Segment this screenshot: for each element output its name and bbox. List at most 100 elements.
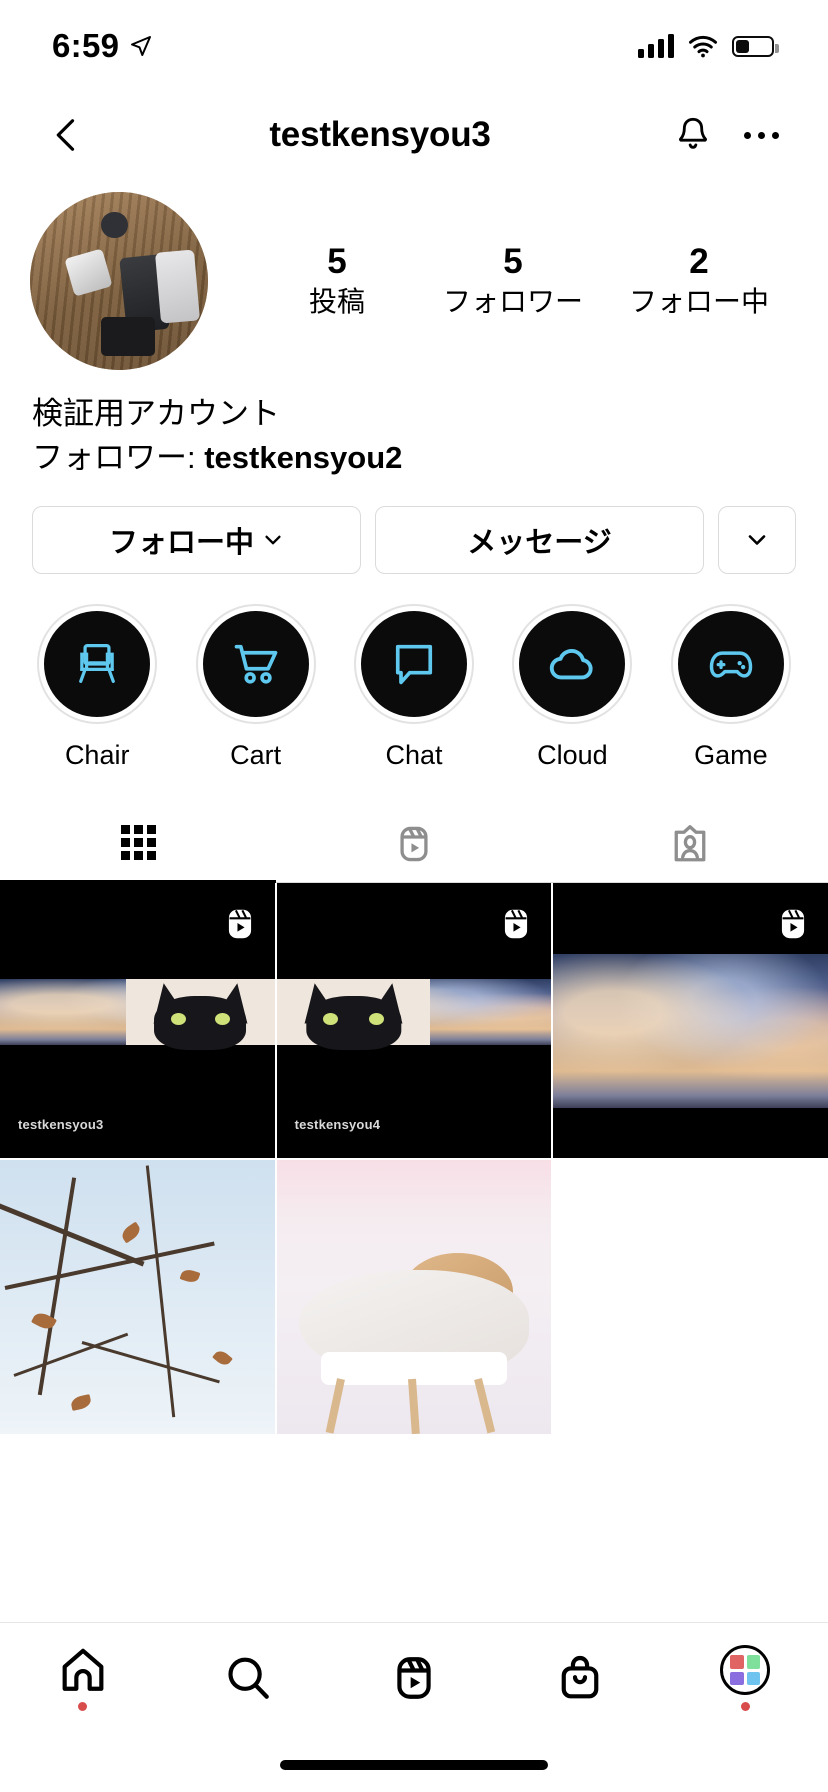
header-actions bbox=[664, 106, 790, 164]
cat-photo bbox=[276, 979, 431, 1051]
cloud-icon bbox=[550, 649, 594, 680]
highlight-ring bbox=[195, 604, 316, 725]
stat-following[interactable]: 2 フォロー中 bbox=[629, 241, 769, 321]
post-grid: testkensyou3 testkensyou4 bbox=[0, 883, 828, 1435]
followed-by-username[interactable]: testkensyou2 bbox=[204, 440, 402, 475]
profile-summary: 5 投稿 5 フォロワー 2 フォロー中 bbox=[0, 178, 828, 370]
nav-search[interactable] bbox=[166, 1623, 332, 1733]
back-button[interactable] bbox=[38, 106, 96, 164]
chevron-down-icon bbox=[265, 535, 281, 545]
stat-followers[interactable]: 5 フォロワー bbox=[443, 241, 583, 321]
nav-home[interactable] bbox=[0, 1623, 166, 1733]
reels-icon bbox=[397, 1657, 431, 1699]
shopping-bag-icon bbox=[561, 1655, 598, 1699]
profile-tabs bbox=[0, 805, 828, 884]
post-media bbox=[276, 1159, 552, 1435]
highlight-chair[interactable]: Chair bbox=[18, 604, 176, 771]
post-thumbnail-1[interactable]: testkensyou3 bbox=[0, 883, 275, 1158]
tab-grid[interactable] bbox=[0, 805, 276, 884]
stat-following-label: フォロー中 bbox=[628, 286, 769, 318]
stat-posts[interactable]: 5 投稿 bbox=[277, 241, 397, 321]
avatar[interactable] bbox=[30, 192, 208, 370]
stat-posts-count: 5 bbox=[327, 242, 347, 282]
nav-reels[interactable] bbox=[331, 1623, 497, 1733]
chevron-down-icon bbox=[748, 535, 766, 545]
post-watermark: testkensyou4 bbox=[294, 1116, 381, 1132]
status-bar: 6:59 bbox=[0, 0, 828, 92]
cat-photo bbox=[126, 979, 275, 1051]
tab-reels[interactable] bbox=[276, 805, 552, 884]
ellipsis-icon bbox=[743, 131, 779, 139]
cellular-signal-icon bbox=[638, 34, 674, 58]
followed-by-line: フォロワー: testkensyou2 bbox=[32, 436, 796, 480]
highlight-cover bbox=[361, 611, 468, 718]
profile-stats: 5 投稿 5 フォロワー 2 フォロー中 bbox=[208, 241, 798, 321]
post-thumbnail-2[interactable]: testkensyou4 bbox=[276, 883, 552, 1158]
suggestions-toggle-button[interactable] bbox=[718, 506, 796, 575]
post-thumbnail-5[interactable] bbox=[276, 1159, 552, 1435]
highlight-cloud[interactable]: Cloud bbox=[493, 604, 651, 771]
reel-badge bbox=[221, 905, 259, 948]
story-highlights: Chair Cart Chat Cloud Game bbox=[0, 574, 828, 771]
stat-posts-label: 投稿 bbox=[308, 286, 365, 318]
more-options-button[interactable] bbox=[732, 106, 790, 164]
nav-badge-dot bbox=[740, 1702, 750, 1711]
profile-action-buttons: フォロー中 メッセージ bbox=[0, 480, 828, 575]
chevron-left-icon bbox=[56, 119, 75, 151]
nav-profile[interactable] bbox=[662, 1623, 828, 1733]
profile-avatar-icon bbox=[720, 1645, 771, 1695]
profile-bio: 検証用アカウント フォロワー: testkensyou2 bbox=[0, 370, 828, 480]
highlight-game[interactable]: Game bbox=[652, 604, 810, 771]
highlight-label: Chair bbox=[64, 740, 130, 771]
chat-bubble-icon bbox=[395, 644, 433, 685]
wifi-icon bbox=[689, 35, 717, 57]
highlight-cover bbox=[202, 611, 309, 718]
reels-icon bbox=[781, 909, 805, 939]
reels-icon bbox=[505, 909, 528, 939]
home-indicator bbox=[280, 1760, 548, 1770]
highlight-label: Cart bbox=[230, 740, 282, 771]
bottom-navigation bbox=[0, 1622, 828, 1792]
highlight-cover bbox=[44, 611, 151, 718]
message-button-label: メッセージ bbox=[467, 527, 612, 560]
reel-badge bbox=[774, 905, 812, 948]
avatar-detail-wallet bbox=[101, 316, 155, 356]
nav-shop[interactable] bbox=[497, 1623, 663, 1733]
post-thumbnail-4[interactable] bbox=[0, 1159, 275, 1435]
highlight-ring bbox=[354, 604, 475, 725]
reels-icon bbox=[228, 909, 251, 939]
battery-icon bbox=[732, 35, 779, 57]
reel-badge bbox=[497, 905, 535, 948]
profile-header: testkensyou3 bbox=[0, 92, 828, 178]
status-bar-left: 6:59 bbox=[52, 27, 153, 65]
notifications-button[interactable] bbox=[664, 106, 722, 164]
page-title: testkensyou3 bbox=[269, 115, 491, 154]
followed-by-prefix: フォロワー: bbox=[32, 440, 205, 476]
highlight-cover bbox=[519, 611, 626, 718]
following-button[interactable]: フォロー中 bbox=[32, 506, 361, 575]
stat-followers-label: フォロワー bbox=[442, 286, 583, 318]
search-icon bbox=[228, 1657, 270, 1699]
avatar-detail-object bbox=[101, 211, 128, 239]
highlight-cover bbox=[677, 611, 784, 718]
tab-tagged[interactable] bbox=[552, 805, 828, 884]
tagged-icon bbox=[674, 824, 706, 861]
post-media bbox=[0, 1159, 275, 1435]
stat-following-count: 2 bbox=[689, 242, 709, 282]
post-thumbnail-3[interactable] bbox=[553, 883, 828, 1158]
avatar-detail-phone-light bbox=[155, 249, 201, 324]
highlight-chat[interactable]: Chat bbox=[335, 604, 493, 771]
chair-icon bbox=[79, 643, 116, 683]
highlight-cart[interactable]: Cart bbox=[176, 604, 334, 771]
home-icon bbox=[62, 1648, 104, 1691]
highlight-label: Cloud bbox=[537, 740, 608, 771]
instagram-profile-screen: 6:59 testkensyou3 5 投稿 5 フォロワー 2 フォロー中 検… bbox=[0, 0, 828, 1792]
following-button-label: フォロー中 bbox=[108, 527, 254, 560]
bottom-nav-items bbox=[0, 1623, 828, 1733]
reels-icon bbox=[400, 826, 428, 861]
status-time: 6:59 bbox=[52, 27, 120, 64]
display-name: 検証用アカウント bbox=[32, 396, 280, 431]
shopping-cart-icon bbox=[234, 644, 277, 684]
highlight-ring bbox=[37, 604, 158, 725]
message-button[interactable]: メッセージ bbox=[375, 506, 704, 575]
